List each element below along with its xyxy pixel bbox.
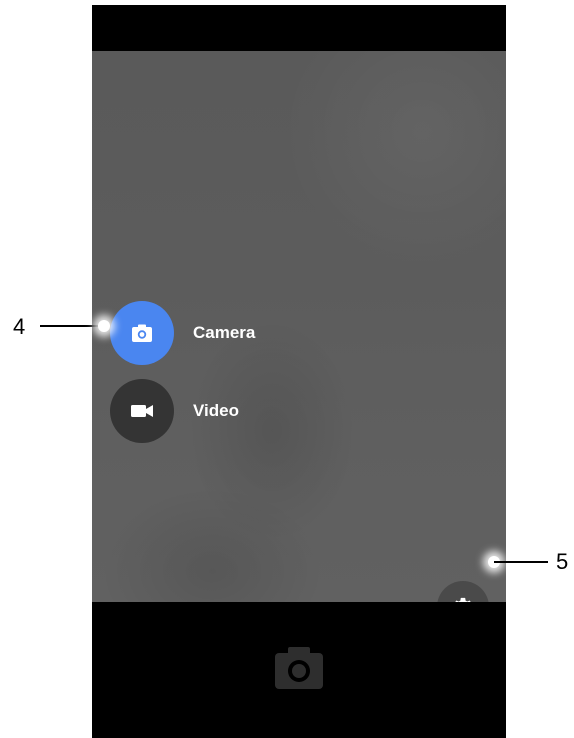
page: Camera Video 4 5 bbox=[0, 0, 574, 738]
callout-line-4 bbox=[40, 325, 102, 327]
camera-shutter-icon[interactable] bbox=[275, 647, 323, 689]
mode-camera-option[interactable]: Camera bbox=[110, 301, 410, 365]
camera-mode-button[interactable] bbox=[110, 301, 174, 365]
camera-icon bbox=[132, 324, 152, 342]
callout-label-4: 4 bbox=[13, 314, 26, 339]
camera-mode-label: Camera bbox=[193, 323, 256, 342]
callout-line-5 bbox=[494, 561, 548, 563]
phone-screen: Camera Video bbox=[92, 5, 506, 738]
camera-viewfinder[interactable]: Camera Video bbox=[92, 51, 506, 633]
video-mode-label: Video bbox=[193, 401, 239, 420]
callout-marker-4 bbox=[98, 320, 110, 332]
bottom-control-bar bbox=[92, 602, 506, 738]
callout-label-5: 5 bbox=[556, 549, 569, 574]
video-icon bbox=[131, 405, 153, 417]
video-mode-button[interactable] bbox=[110, 379, 174, 443]
mode-video-option[interactable]: Video bbox=[110, 379, 410, 443]
